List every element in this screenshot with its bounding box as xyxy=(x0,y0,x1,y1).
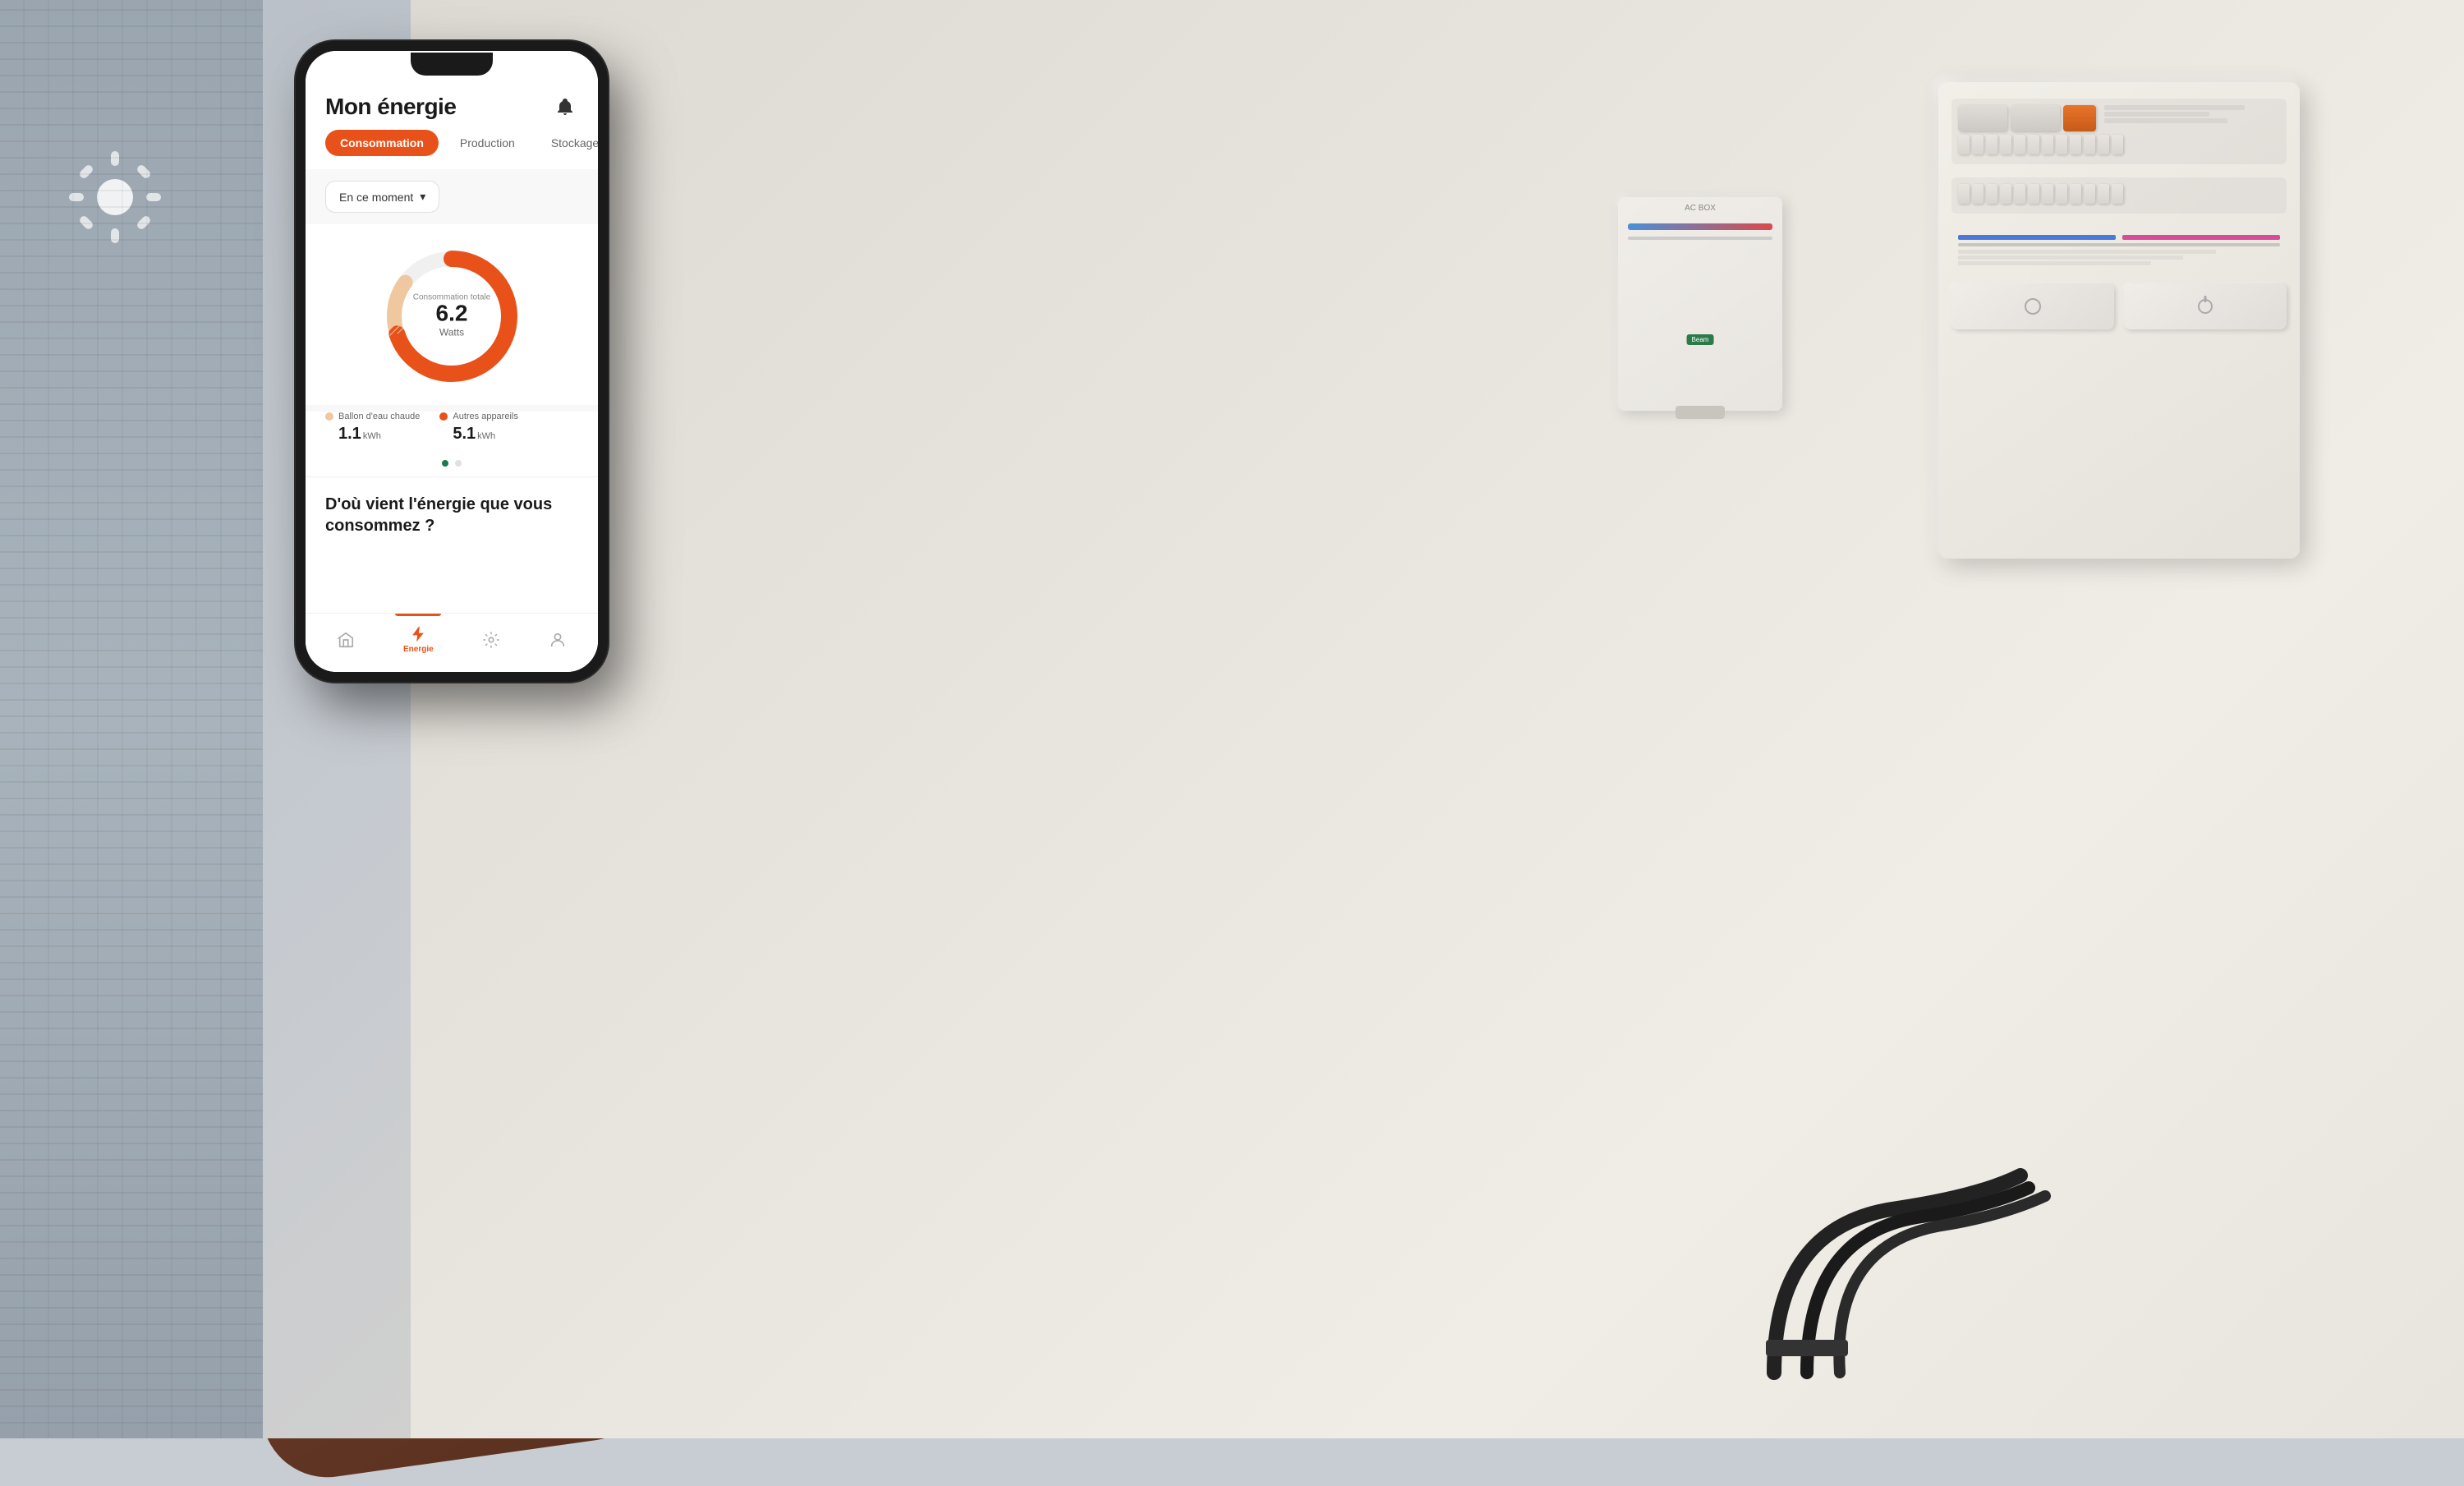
legend-value-ballon: 1.1 xyxy=(338,425,361,444)
page-indicator xyxy=(306,460,598,476)
solar-panel-background xyxy=(0,0,263,1438)
bottom-navigation: Energie xyxy=(306,613,598,672)
app-title: Mon énergie xyxy=(325,94,456,120)
donut-center: Consommation totale 6.2 Watts xyxy=(413,293,491,340)
nav-profile[interactable] xyxy=(539,626,577,654)
legend-ballon: Ballon d'eau chaude 1.1 kWh xyxy=(325,412,420,444)
tab-stockage[interactable]: Stockage xyxy=(536,130,598,156)
phone-frame: Mon énergie Consommation Production Stoc… xyxy=(296,41,608,682)
legend-label-ballon: Ballon d'eau chaude xyxy=(338,412,420,421)
page-dot-2 xyxy=(455,460,462,467)
dropdown-label: En ce moment xyxy=(339,191,413,204)
chart-area: Consommation totale 6.2 Watts xyxy=(306,224,598,405)
phone-notch xyxy=(411,53,493,76)
legend-value-autres: 5.1 xyxy=(453,425,476,444)
page-dot-1 xyxy=(442,460,448,467)
phone-container: Mon énergie Consommation Production Stoc… xyxy=(230,25,657,1421)
chart-value: 6.2 xyxy=(413,302,491,325)
electrical-box-area: AC BOX Beam xyxy=(1823,82,2300,575)
tab-production[interactable]: Production xyxy=(445,130,530,156)
legend-autres: Autres appareils 5.1 kWh xyxy=(439,412,518,444)
sun-icon xyxy=(66,148,164,246)
app-tabs: Consommation Production Stockage xyxy=(306,130,598,169)
nav-settings[interactable] xyxy=(472,626,510,654)
legend-unit-autres: kWh xyxy=(477,431,495,441)
tab-consommation[interactable]: Consommation xyxy=(325,130,439,156)
time-dropdown[interactable]: En ce moment ▾ xyxy=(325,181,439,213)
legend-area: Ballon d'eau chaude 1.1 kWh Autres appar… xyxy=(306,412,598,460)
legend-label-autres: Autres appareils xyxy=(453,412,518,421)
app-content: Mon énergie Consommation Production Stoc… xyxy=(306,51,598,672)
nav-label-energie: Energie xyxy=(403,645,434,654)
donut-chart: Consommation totale 6.2 Watts xyxy=(378,242,526,390)
cables xyxy=(1610,1060,2185,1389)
legend-dot-ballon xyxy=(325,412,333,421)
nav-energie[interactable]: Energie xyxy=(393,620,444,659)
bottom-question: D'où vient l'énergie que vous consommez … xyxy=(325,494,578,536)
ac-box: AC BOX Beam xyxy=(1618,197,1782,411)
dropdown-row: En ce moment ▾ xyxy=(306,169,598,224)
bell-icon[interactable] xyxy=(552,94,578,120)
legend-unit-ballon: kWh xyxy=(363,431,381,441)
main-electrical-panel xyxy=(1938,82,2300,559)
chart-unit: Watts xyxy=(439,327,464,338)
hand xyxy=(159,633,662,1485)
phone-screen: Mon énergie Consommation Production Stoc… xyxy=(306,51,598,672)
nav-home[interactable] xyxy=(327,626,365,654)
ac-box-label: AC BOX xyxy=(1685,204,1716,213)
legend-dot-autres xyxy=(439,412,448,421)
chevron-down-icon: ▾ xyxy=(420,190,425,204)
